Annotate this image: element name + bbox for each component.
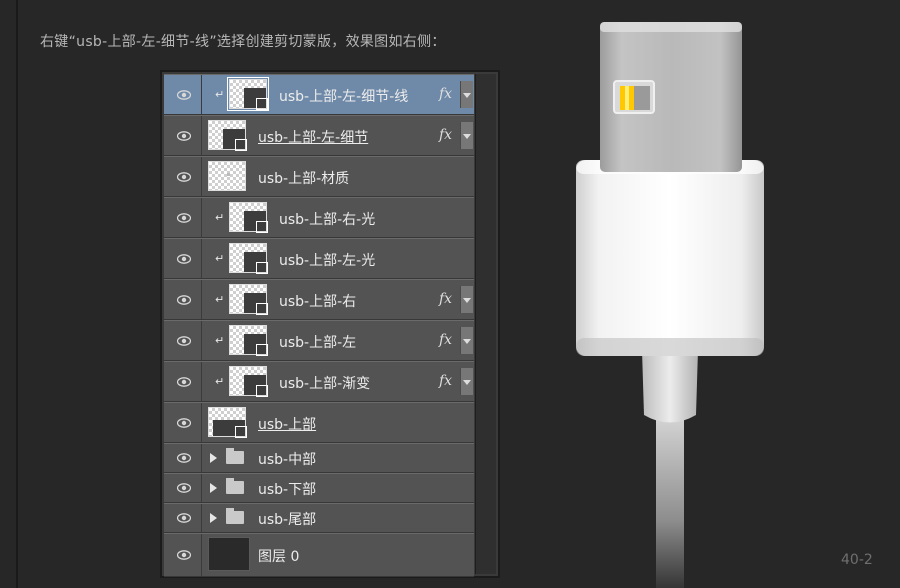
layers-list: ↵ usb-上部-左-细节-线 fx usb-上部-左-细节 fx usb-上部… xyxy=(164,74,476,577)
expand-arrow-icon[interactable] xyxy=(210,513,217,523)
clip-arrow-icon: ↵ xyxy=(215,251,225,265)
layer-name[interactable]: usb-上部 xyxy=(258,414,316,434)
layer-thumbnail[interactable] xyxy=(208,160,246,191)
fx-expand-button[interactable] xyxy=(460,327,473,354)
vector-mask-icon xyxy=(256,343,268,356)
eye-cell xyxy=(164,321,202,360)
eye-icon[interactable] xyxy=(177,417,191,428)
eye-icon[interactable] xyxy=(177,453,191,463)
layer-thumbnail[interactable] xyxy=(229,201,268,233)
clip-arrow-icon: ↵ xyxy=(215,374,225,388)
layer-name[interactable]: usb-上部-渐变 xyxy=(279,373,370,393)
eye-cell xyxy=(164,362,202,401)
layer-name[interactable]: usb-上部-左-细节-线 xyxy=(279,86,408,106)
eye-icon[interactable] xyxy=(177,89,191,100)
eye-icon[interactable] xyxy=(177,335,191,346)
eye-icon[interactable] xyxy=(177,550,191,560)
eye-cell xyxy=(164,444,202,472)
eye-cell xyxy=(164,403,202,442)
eye-icon[interactable] xyxy=(177,513,191,523)
layer-name[interactable]: usb-上部-右 xyxy=(279,291,356,311)
eye-cell xyxy=(164,75,202,114)
fx-icon[interactable]: fx xyxy=(439,373,452,389)
layer-name[interactable]: usb-上部-左-细节 xyxy=(258,127,368,147)
fx-icon[interactable]: fx xyxy=(439,332,452,348)
eye-icon[interactable] xyxy=(177,483,191,493)
clip-arrow-icon: ↵ xyxy=(215,87,225,101)
expand-arrow-icon[interactable] xyxy=(210,453,217,463)
fx-expand-button[interactable] xyxy=(460,286,473,313)
fx-expand-button[interactable] xyxy=(460,122,473,149)
layers-scrollbar[interactable] xyxy=(475,74,496,574)
layer-row[interactable]: ↵ usb-上部-渐变 fx xyxy=(164,361,474,402)
vector-mask-icon xyxy=(256,97,268,110)
layer-name[interactable]: usb-上部-材质 xyxy=(258,168,349,188)
layer-thumbnail[interactable] xyxy=(229,365,268,397)
eye-cell xyxy=(164,116,202,155)
group-name[interactable]: usb-尾部 xyxy=(258,509,316,529)
group-row[interactable]: usb-中部 xyxy=(164,443,474,473)
layer-thumbnail[interactable] xyxy=(229,324,268,356)
left-divider xyxy=(16,0,18,588)
layer-row[interactable]: ↵ usb-上部-右-光 xyxy=(164,197,474,238)
eye-icon[interactable] xyxy=(177,253,191,264)
fx-expand-button[interactable] xyxy=(460,81,473,108)
layer-thumbnail[interactable] xyxy=(229,283,268,315)
eye-cell xyxy=(164,198,202,237)
vector-mask-icon xyxy=(256,384,268,397)
vector-mask-icon xyxy=(256,261,268,274)
folder-icon xyxy=(226,448,244,464)
layer-name[interactable]: usb-上部-左 xyxy=(279,332,356,352)
eye-icon[interactable] xyxy=(177,171,191,182)
fx-icon[interactable]: fx xyxy=(439,127,452,143)
vector-mask-icon xyxy=(235,138,247,151)
layer-name[interactable]: usb-上部-右-光 xyxy=(279,209,375,229)
layer-thumbnail[interactable] xyxy=(208,406,247,438)
group-row[interactable]: usb-尾部 xyxy=(164,503,474,533)
layers-panel: ↵ usb-上部-左-细节-线 fx usb-上部-左-细节 fx usb-上部… xyxy=(160,70,500,578)
clip-arrow-icon: ↵ xyxy=(215,292,225,306)
expand-arrow-icon[interactable] xyxy=(210,483,217,493)
layer-row[interactable]: ↵ usb-上部-右 fx xyxy=(164,279,474,320)
layer-row[interactable]: 图层 0 xyxy=(164,533,474,577)
layer-name[interactable]: 图层 0 xyxy=(258,546,299,566)
vector-mask-icon xyxy=(256,302,268,315)
eye-cell xyxy=(164,239,202,278)
usb-connector-illustration xyxy=(576,22,764,588)
layer-thumbnail[interactable] xyxy=(227,76,269,111)
clip-arrow-icon: ↵ xyxy=(215,210,225,224)
eye-cell xyxy=(164,534,202,576)
layer-row[interactable]: ↵ usb-上部-左 fx xyxy=(164,320,474,361)
fx-icon[interactable]: fx xyxy=(439,291,452,307)
vector-mask-icon xyxy=(256,220,268,233)
layer-thumbnail[interactable] xyxy=(208,537,250,571)
folder-icon xyxy=(226,508,244,524)
eye-cell xyxy=(164,280,202,319)
page-number: 40-2 xyxy=(841,552,873,568)
layer-row[interactable]: usb-上部-左-细节 fx xyxy=(164,115,474,156)
layer-row[interactable]: usb-上部 xyxy=(164,402,474,443)
eye-cell xyxy=(164,504,202,532)
group-row[interactable]: usb-下部 xyxy=(164,473,474,503)
eye-icon[interactable] xyxy=(177,212,191,223)
fx-icon[interactable]: fx xyxy=(439,86,452,102)
folder-icon xyxy=(226,478,244,494)
eye-icon[interactable] xyxy=(177,376,191,387)
layer-thumbnail[interactable] xyxy=(208,119,247,151)
layer-row[interactable]: usb-上部-材质 xyxy=(164,156,474,197)
layer-name[interactable]: usb-上部-左-光 xyxy=(279,250,375,270)
layer-thumbnail[interactable] xyxy=(229,242,268,274)
fx-expand-button[interactable] xyxy=(460,368,473,395)
clip-arrow-icon: ↵ xyxy=(215,333,225,347)
eye-icon[interactable] xyxy=(177,130,191,141)
layer-row[interactable]: ↵ usb-上部-左-光 xyxy=(164,238,474,279)
group-name[interactable]: usb-中部 xyxy=(258,449,316,469)
group-name[interactable]: usb-下部 xyxy=(258,479,316,499)
eye-cell xyxy=(164,474,202,502)
vector-mask-icon xyxy=(235,425,247,438)
eye-cell xyxy=(164,157,202,196)
layer-row[interactable]: ↵ usb-上部-左-细节-线 fx xyxy=(164,74,474,115)
eye-icon[interactable] xyxy=(177,294,191,305)
instruction-text: 右键“usb-上部-左-细节-线”选择创建剪切蒙版，效果图如右侧： xyxy=(40,34,446,50)
